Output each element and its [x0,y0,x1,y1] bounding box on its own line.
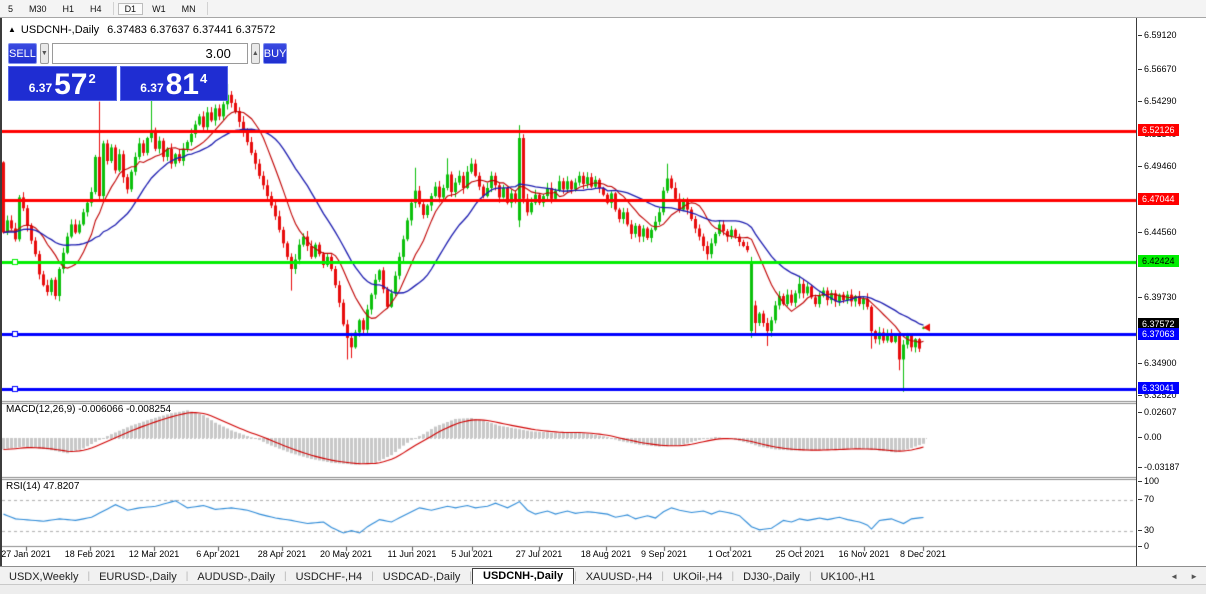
sell-button[interactable]: SELL [8,43,37,64]
tab-usdx-weekly[interactable]: USDX,Weekly [0,569,87,585]
price-axis: 6.591206.566706.542906.518406.494606.445… [1136,18,1206,566]
tab-scroll-right-icon[interactable]: ► [1190,572,1198,581]
chart-window: ▲ USDCNH-,Daily 6.37483 6.37637 6.37441 6.… [0,18,1206,566]
macd-axis-tick: -0.03187 [1138,462,1180,472]
rsi-axis-tick: 30 [1137,525,1155,535]
tab-xauusd-h4[interactable]: XAUUSD-,H4 [577,569,662,585]
buy-button[interactable]: BUY [262,43,288,64]
tab-audusd-daily[interactable]: AUDUSD-,Daily [188,569,284,585]
sell-price-display[interactable]: 6.37 57 2 [8,66,117,101]
tab-dj30-daily[interactable]: DJ30-,Daily [734,569,809,585]
sell-price-sup: 2 [88,71,96,86]
price-axis-tick: 6.59120 [1138,30,1177,40]
buy-price-big: 81 [165,68,199,101]
timeframe-toolbar: 5 M30 H1 H4 D1 W1 MN [0,0,1206,18]
spinner-down-icon: ▼ [40,50,48,57]
rsi-axis-tick: 70 [1137,494,1155,504]
chart-symbol-label: USDCNH-,Daily [20,24,100,36]
volume-input[interactable] [51,43,248,64]
rsi-indicator-label: RSI(14) 47.8207 [6,481,80,492]
buy-price-prefix: 6.37 [140,81,164,95]
toolbar-separator [112,2,114,15]
rsi-axis-tick: 100 [1137,476,1160,486]
chart-title: ▲ USDCNH-,Daily 6.37483 6.37637 6.37441 6.… [8,24,275,36]
collapse-icon[interactable]: ▲ [8,25,16,34]
price-axis-tick: 6.34900 [1138,358,1177,368]
tab-usdcnh-daily[interactable]: USDCNH-,Daily [472,568,575,585]
price-axis-tick: 6.44560 [1138,227,1177,237]
tab-scroll-nav: ◄ ► [1170,572,1198,581]
tab-uk100-h1[interactable]: UK100-,H1 [812,569,884,585]
timeframe-button-m30[interactable]: M30 [22,3,54,15]
tab-usdchf-h4[interactable]: USDCHF-,H4 [287,569,372,585]
timeframe-button-d1[interactable]: D1 [117,2,144,15]
macd-axis-tick: 0.00 [1138,432,1162,442]
price-axis-tick: 6.54290 [1138,96,1177,106]
price-level-label: 6.37063 [1138,328,1179,340]
window-left-border [0,18,2,566]
price-level-label: 6.47044 [1138,193,1179,205]
tab-scroll-left-icon[interactable]: ◄ [1170,572,1178,581]
price-axis-tick: 6.49460 [1138,161,1177,171]
tab-usdcad-daily[interactable]: USDCAD-,Daily [374,569,470,585]
chart-ohlc-values: 6.37483 6.37637 6.37441 6.37572 [107,24,276,36]
timeframe-button-5[interactable]: 5 [1,3,20,15]
buy-price-sup: 4 [200,71,208,86]
rsi-axis-tick: 0 [1137,541,1150,551]
status-strip [0,584,1206,594]
macd-indicator-label: MACD(12,26,9) -0.006066 -0.008254 [6,404,172,415]
timeframe-button-h4[interactable]: H4 [83,3,109,15]
price-axis-tick: 6.56670 [1138,64,1177,74]
price-axis-tick: 6.39730 [1138,292,1177,302]
volume-increase-button[interactable]: ▲ [250,43,260,64]
sell-price-prefix: 6.37 [28,81,53,95]
sell-price-big: 57 [54,68,88,101]
symbol-tab-bar: USDX,Weekly | EURUSD-,Daily | AUDUSD-,Daily |… [0,566,1206,586]
tab-eurusd-daily[interactable]: EURUSD-,Daily [90,569,186,585]
price-level-label: 6.33041 [1138,382,1179,394]
toolbar-separator [206,2,208,15]
price-level-label: 6.52126 [1138,124,1179,136]
timeframe-button-mn[interactable]: MN [175,3,203,15]
spinner-up-icon: ▲ [251,50,259,57]
macd-axis-tick: 0.02607 [1138,407,1177,417]
price-level-label: 6.42424 [1138,255,1179,267]
timeframe-button-w1[interactable]: W1 [145,3,173,15]
timeframe-button-h1[interactable]: H1 [56,3,82,15]
volume-decrease-button[interactable]: ▼ [39,43,49,64]
one-click-trade-panel: SELL ▼ ▲ BUY 6.37572 6.37814 [8,43,288,101]
buy-price-display[interactable]: 6.37 81 4 [119,66,228,101]
tab-ukoil-h4[interactable]: UKOil-,H4 [664,569,732,585]
